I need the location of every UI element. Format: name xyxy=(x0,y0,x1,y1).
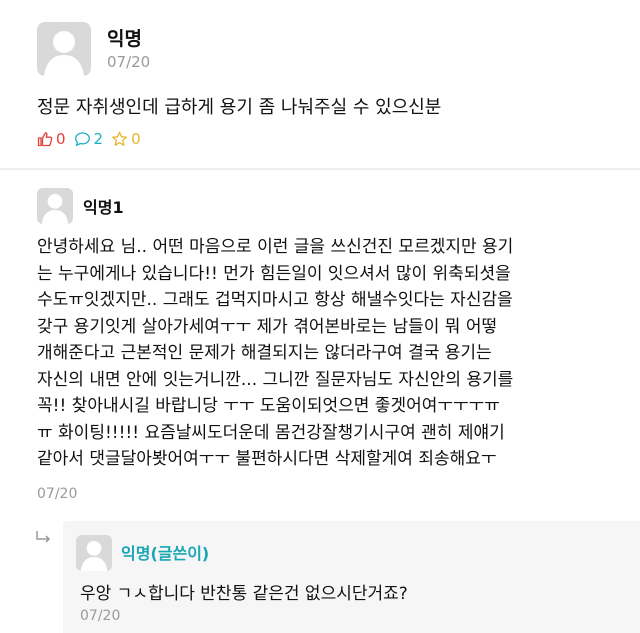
comment-author[interactable]: 익명1 xyxy=(83,194,124,218)
scrap-count[interactable]: 0 xyxy=(111,130,141,148)
post-stats: 0 2 0 xyxy=(37,130,149,148)
comment-line: 같아서 댓글달아봣어여ㅜㅜ 불편하시다면 삭제할게여 죄송해요ㅜ xyxy=(37,449,497,469)
post-avatar[interactable] xyxy=(37,22,91,76)
post: 익명 07/20 정문 자취생인데 급하게 용기 좀 나눠주실 수 있으신분 0… xyxy=(0,0,640,170)
comment-date: 07/20 xyxy=(37,486,78,502)
comment: 익명1 안녕하세요 님.. 어떤 마음으로 이런 글을 쓰신건진 모르겠지만 용… xyxy=(0,170,640,510)
scrap-count-value: 0 xyxy=(131,130,141,148)
reply-date: 07/20 xyxy=(80,608,121,624)
post-body: 정문 자취생인데 급하게 용기 좀 나눠주실 수 있으신분 xyxy=(37,97,442,118)
default-avatar-icon xyxy=(37,22,91,76)
comment-line: 는 누구에게나 있습니다!! 먼가 힘든일이 잇으셔서 많이 위축되셧을 xyxy=(37,263,511,284)
reply-author[interactable]: 익명(글쓴이) xyxy=(121,540,209,564)
comment-line: ㅠ 화이팅!!!!! 요즘날씨도더운데 몸건강잘챙기시구여 괜히 제얘기 xyxy=(37,422,505,443)
comment-line: 개해준다고 근본적인 문제가 해결되지는 않더라구여 결국 용기는 xyxy=(37,343,492,363)
comment-text: 안녕하세요 님.. 어떤 마음으로 이런 글을 쓰신건진 모르겠지만 용기 는 … xyxy=(37,234,612,473)
comment-line: 수도ㅠ잇겠지만.. 그래도 겁먹지마시고 항상 해낼수잇다는 자신감을 xyxy=(37,290,513,310)
reply-arrow-icon xyxy=(36,531,51,543)
comment-avatar[interactable] xyxy=(37,188,73,224)
reply: 익명(글쓴이) 우앙 ㄱㅅ합니다 반찬통 같은건 없으시단거죠? 07/20 xyxy=(63,521,640,633)
default-avatar-icon xyxy=(37,188,73,224)
comment-count-value: 2 xyxy=(93,130,104,148)
comment-line: 자신의 내면 안에 잇는거니깐... 그니깐 질문자님도 자신안의 용기를 xyxy=(37,369,514,390)
comment-line: 안녕하세요 님.. 어떤 마음으로 이런 글을 쓰신건진 모르겠지만 용기 xyxy=(37,237,514,257)
reply-text: 우앙 ㄱㅅ합니다 반찬통 같은건 없으시단거죠? xyxy=(80,584,408,604)
comment-count[interactable]: 2 xyxy=(74,130,104,148)
star-icon xyxy=(112,131,128,146)
thumbs-up-icon xyxy=(37,132,53,147)
reply-avatar[interactable] xyxy=(76,535,112,571)
post-date: 07/20 xyxy=(107,53,151,71)
default-avatar-icon xyxy=(76,535,112,571)
comment-line: 꼭!! 찾아내시길 바랍니당 ㅜㅜ 도움이되엇으면 좋겟어여ㅜㅜㅜㅠ xyxy=(37,396,500,416)
like-count-value: 0 xyxy=(56,130,66,148)
post-author[interactable]: 익명 xyxy=(107,24,142,51)
comment-line: 갖구 용기잇게 살아가세여ㅜㅜ 제가 겪어본바로는 남들이 뭐 어떻 xyxy=(37,316,498,337)
like-count[interactable]: 0 xyxy=(37,130,66,148)
speech-bubble-icon xyxy=(74,132,90,147)
